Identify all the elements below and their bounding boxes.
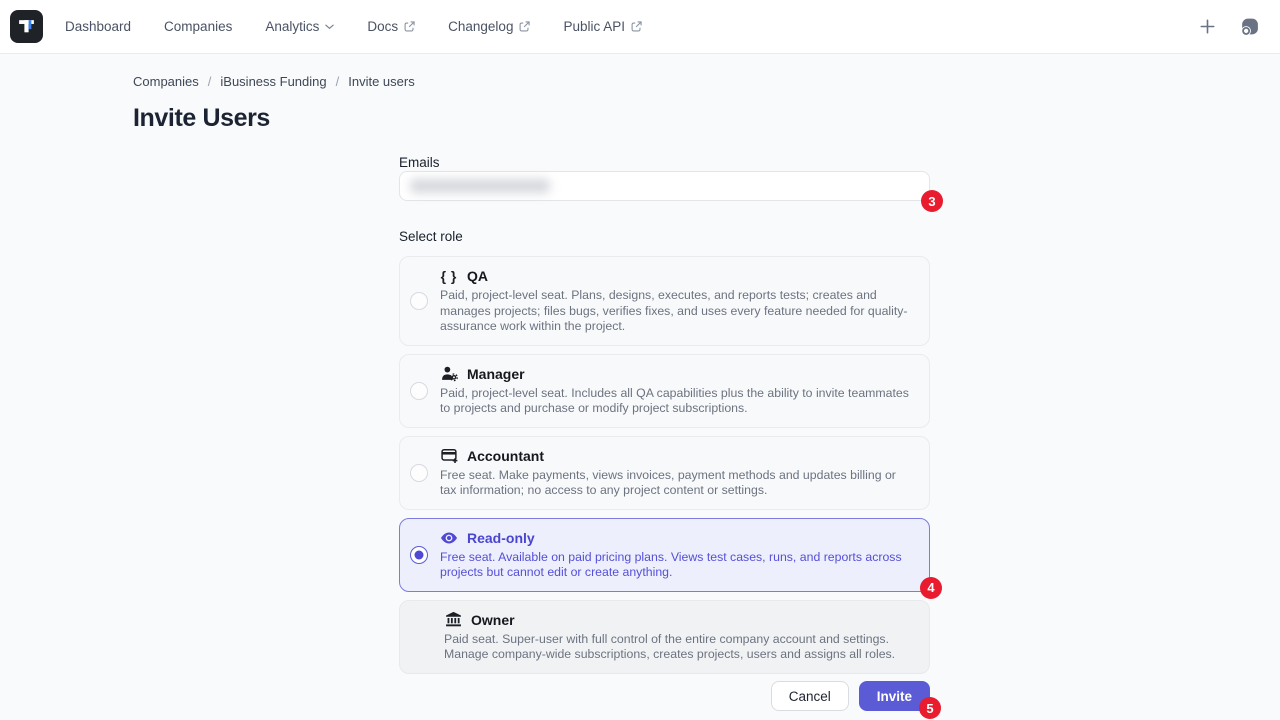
breadcrumb-companies[interactable]: Companies	[133, 74, 199, 89]
role-body: Read-only Free seat. Available on paid p…	[440, 529, 913, 581]
role-radio-accountant[interactable]	[410, 464, 428, 482]
form-actions: Cancel Invite 5	[771, 681, 930, 711]
nav-analytics-label: Analytics	[265, 19, 319, 34]
role-description: Paid, project-level seat. Plans, designs…	[440, 288, 913, 335]
cancel-button[interactable]: Cancel	[771, 681, 849, 711]
emails-label: Emails	[399, 155, 440, 170]
invite-form: Emails 3 Select role { } QA Paid, projec…	[399, 0, 930, 720]
role-description: Free seat. Make payments, views invoices…	[440, 468, 913, 499]
step-badge-3: 3	[921, 190, 943, 212]
role-body: { } QA Paid, project-level seat. Plans, …	[440, 267, 913, 335]
invite-button[interactable]: Invite 5	[859, 681, 930, 711]
step-badge-5: 5	[919, 697, 941, 719]
role-body: Accountant Free seat. Make payments, vie…	[440, 447, 913, 499]
role-description: Paid seat. Super-user with full control …	[444, 632, 913, 663]
breadcrumb-separator: /	[336, 74, 340, 89]
emails-field-wrap: 3	[399, 171, 930, 201]
breadcrumb-company-name[interactable]: iBusiness Funding	[220, 74, 326, 89]
eye-icon	[440, 531, 458, 545]
chevron-down-icon	[325, 24, 334, 30]
invite-users-page: Dashboard Companies Analytics Docs Chang…	[0, 0, 1280, 720]
role-radio-manager[interactable]	[410, 382, 428, 400]
emails-input[interactable]	[399, 171, 930, 201]
role-option-accountant[interactable]: Accountant Free seat. Make payments, vie…	[399, 436, 930, 510]
nav-right-actions	[1200, 16, 1260, 37]
role-radio-qa[interactable]	[410, 292, 428, 310]
role-options-list: { } QA Paid, project-level seat. Plans, …	[399, 256, 930, 674]
role-body: Owner Paid seat. Super-user with full co…	[444, 611, 913, 663]
role-name: Accountant	[467, 448, 544, 464]
role-radio-read-only[interactable]	[410, 546, 428, 564]
nav-dashboard[interactable]: Dashboard	[65, 19, 131, 34]
record-button[interactable]	[1239, 16, 1260, 37]
page-title: Invite Users	[133, 104, 270, 133]
nav-companies-label: Companies	[164, 19, 232, 34]
bank-icon	[444, 611, 462, 628]
invite-button-label: Invite	[877, 689, 912, 704]
role-option-manager[interactable]: Manager Paid, project-level seat. Includ…	[399, 354, 930, 428]
credit-card-plus-icon	[440, 447, 458, 464]
add-button[interactable]	[1200, 19, 1215, 34]
role-option-read-only[interactable]: Read-only Free seat. Available on paid p…	[399, 518, 930, 592]
role-name: Owner	[471, 612, 515, 628]
record-icon	[1239, 16, 1260, 37]
plus-icon	[1200, 19, 1215, 34]
nav-docs-label: Docs	[367, 19, 398, 34]
nav-dashboard-label: Dashboard	[65, 19, 131, 34]
nav-analytics[interactable]: Analytics	[265, 19, 334, 34]
role-option-owner: Owner Paid seat. Super-user with full co…	[399, 600, 930, 674]
app-logo[interactable]	[10, 10, 43, 43]
role-description: Free seat. Available on paid pricing pla…	[440, 550, 913, 581]
role-description: Paid, project-level seat. Includes all Q…	[440, 386, 913, 417]
nav-companies[interactable]: Companies	[164, 19, 232, 34]
breadcrumb: Companies / iBusiness Funding / Invite u…	[133, 74, 415, 89]
braces-icon: { }	[440, 268, 458, 284]
role-name: QA	[467, 268, 488, 284]
logo-t-icon	[17, 17, 36, 36]
step-badge-4: 4	[920, 577, 942, 599]
select-role-label: Select role	[399, 229, 463, 244]
user-gear-icon	[440, 365, 458, 382]
role-option-qa[interactable]: { } QA Paid, project-level seat. Plans, …	[399, 256, 930, 346]
breadcrumb-separator: /	[208, 74, 212, 89]
role-name: Read-only	[467, 530, 535, 546]
role-name: Manager	[467, 366, 525, 382]
role-body: Manager Paid, project-level seat. Includ…	[440, 365, 913, 417]
